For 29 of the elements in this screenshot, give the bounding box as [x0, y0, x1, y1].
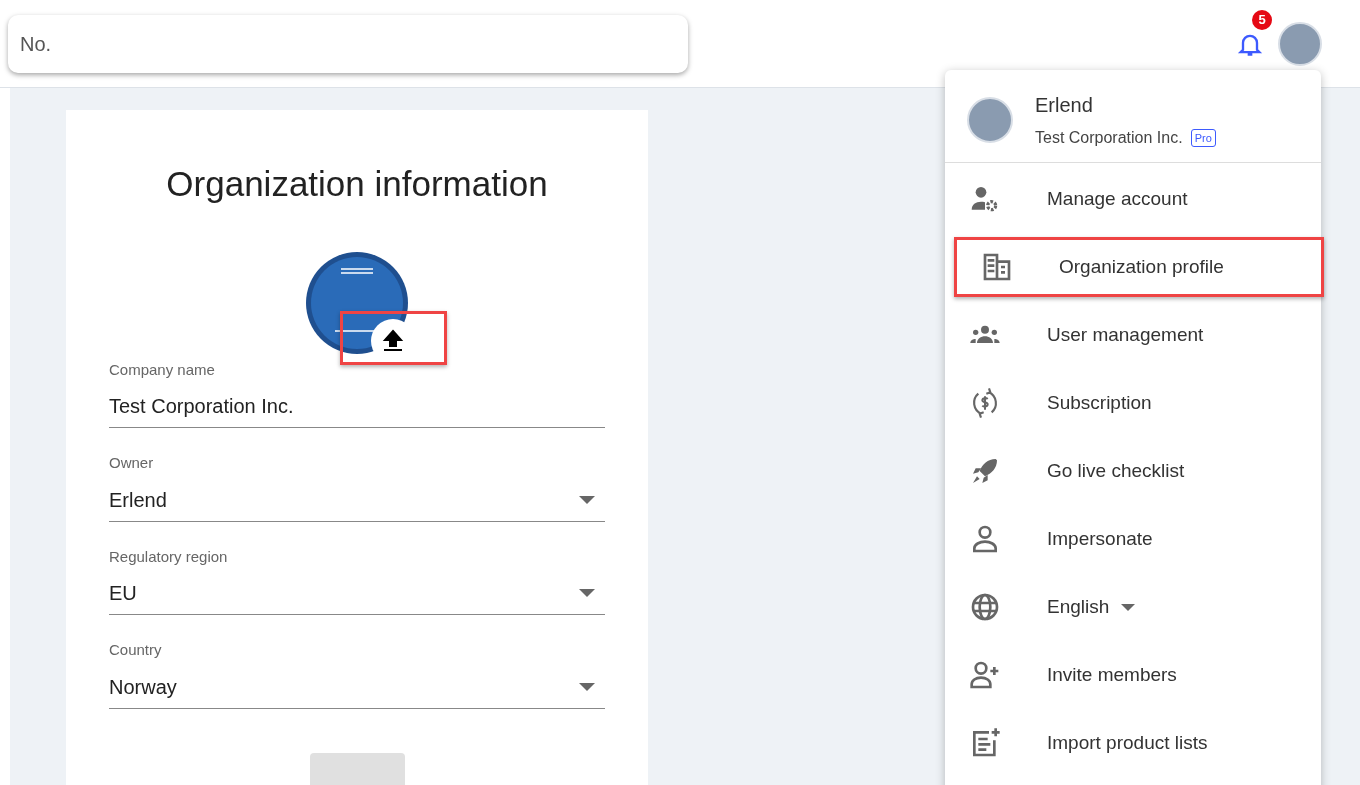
caret-icon [579, 589, 595, 597]
globe-icon [969, 591, 1001, 623]
caret-icon [1121, 603, 1136, 611]
select-field[interactable]: Country Norway [109, 639, 605, 709]
form-title: Organization information [166, 163, 548, 205]
input-field[interactable]: Company name Test Corporation Inc. [109, 358, 605, 428]
menu-item[interactable]: Invite members [945, 641, 1321, 709]
caret-icon [579, 682, 595, 691]
upload-icon [382, 328, 404, 353]
menu-item[interactable]: Import product lists [945, 709, 1321, 777]
add-person-icon [969, 659, 1001, 691]
menu-item[interactable]: User management [945, 301, 1321, 369]
menu-item[interactable]: Go live checklist [945, 437, 1321, 505]
menu-item[interactable]: English [945, 573, 1321, 641]
menu-item[interactable]: Manage account [945, 165, 1321, 233]
organization-name: Test Corporation Inc. [1035, 128, 1183, 148]
select-field[interactable]: Regulatory region EU [109, 545, 605, 615]
avatar[interactable] [967, 97, 1013, 143]
menu-item[interactable]: Subscription [945, 369, 1321, 437]
search-field[interactable]: No. [8, 14, 688, 73]
avatar[interactable] [1278, 21, 1322, 66]
caret-icon [579, 495, 595, 504]
user-name: Erlend [1035, 93, 1094, 118]
menu-item[interactable]: Impersonate [945, 505, 1321, 573]
notification-badge: 5 [1252, 9, 1272, 30]
select-field[interactable]: Owner Erlend [109, 452, 605, 522]
menu-item[interactable]: Organization profile [954, 237, 1324, 297]
plan-badge: Pro [1190, 129, 1216, 147]
building-icon [981, 251, 1013, 283]
